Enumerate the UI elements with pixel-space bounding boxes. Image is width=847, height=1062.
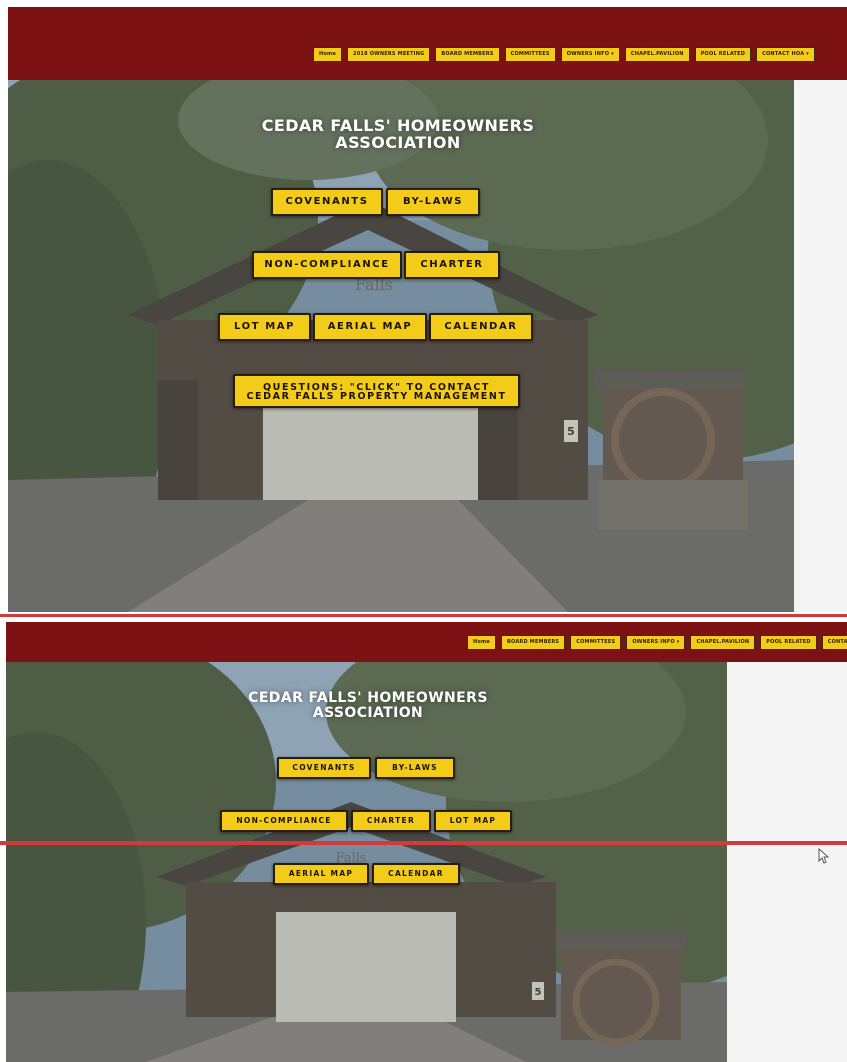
charter-button[interactable]: CHARTER — [404, 251, 500, 279]
calendar-button[interactable]: CALENDAR — [429, 313, 533, 341]
main-navigation: Home 2018 OWNERS MEETING BOARD MEMBERS C… — [313, 47, 815, 62]
covenants-button[interactable]: COVENANTS — [271, 188, 383, 216]
nav-owners-info[interactable]: OWNERS INFO ▾ — [560, 47, 620, 62]
calendar-button[interactable]: CALENDAR — [372, 863, 460, 885]
site-navbar: Home 2018 OWNERS MEETING BOARD MEMBERS C… — [8, 7, 847, 80]
main-navigation: Home BOARD MEMBERS COMMITTEES OWNERS INF… — [467, 635, 847, 650]
hero-section: 5 Falls CEDAR FALLS' HOMEOWNERS ASSOCIAT… — [8, 80, 794, 612]
aerial-map-button[interactable]: AERIAL MAP — [313, 313, 427, 341]
nav-committees[interactable]: COMMITTEES — [570, 635, 622, 650]
screenshot-top: Home 2018 OWNERS MEETING BOARD MEMBERS C… — [0, 0, 847, 612]
nav-home[interactable]: Home — [467, 635, 497, 650]
hero-section: 5 Falls CEDAR FALLS' HOMEOWNERS ASSOCIAT… — [6, 662, 727, 1062]
nav-pool-related[interactable]: POOL RELATED — [760, 635, 817, 650]
contact-property-management-button[interactable]: QUESTIONS: "CLICK" to CONTACT CEDAR FALL… — [233, 374, 520, 408]
nav-owners-info[interactable]: OWNERS INFO ▾ — [626, 635, 686, 650]
page-side-margin — [794, 80, 847, 612]
noncompliance-button[interactable]: NON-COMPLIANCE — [220, 810, 348, 832]
bylaws-button[interactable]: BY-LAWS — [375, 757, 455, 779]
nav-board-members[interactable]: BOARD MEMBERS — [435, 47, 500, 62]
charter-button[interactable]: CHARTER — [351, 810, 431, 832]
covenants-button[interactable]: COVENANTS — [277, 757, 371, 779]
contact-button-line-2: CEDAR FALLS PROPERTY MANAGEMENT — [246, 391, 507, 402]
hero-title-line-1: CEDAR FALLS' HOMEOWNERS — [248, 690, 488, 706]
hero-title-line-2: ASSOCIATION — [312, 704, 424, 721]
nav-chapel-pavilion[interactable]: CHAPEL.PAVILION — [624, 47, 690, 62]
nav-board-members[interactable]: BOARD MEMBERS — [501, 635, 566, 650]
mouse-cursor-icon — [818, 848, 830, 864]
hero-title-line-2: ASSOCIATION — [335, 132, 461, 152]
nav-committees[interactable]: COMMITTEES — [504, 47, 556, 62]
nav-owners-meeting[interactable]: 2018 OWNERS MEETING — [347, 47, 431, 62]
nav-pool-related[interactable]: POOL RELATED — [694, 47, 752, 62]
nav-contact-hoa[interactable]: CONTACT HOA ▾ — [821, 635, 847, 650]
nav-home[interactable]: Home — [313, 47, 343, 62]
hero-title: CEDAR FALLS' HOMEOWNERS ASSOCIATION — [196, 691, 540, 720]
aerial-map-button[interactable]: AERIAL MAP — [273, 863, 369, 885]
bylaws-button[interactable]: BY-LAWS — [386, 188, 480, 216]
hero-title: CEDAR FALLS' HOMEOWNERS ASSOCIATION — [198, 117, 598, 152]
lot-map-button[interactable]: LOT MAP — [434, 810, 512, 832]
lot-map-button[interactable]: LOT MAP — [218, 313, 311, 341]
nav-chapel-pavilion[interactable]: CHAPEL.PAVILION — [690, 635, 756, 650]
screenshot-separator — [0, 614, 847, 617]
covered-bridge-background-image: 5 Falls — [8, 80, 794, 612]
noncompliance-button[interactable]: NON-COMPLIANCE — [252, 251, 402, 279]
scroll-divider-line — [0, 841, 847, 845]
nav-contact-hoa[interactable]: CONTACT HOA ▾ — [756, 47, 815, 62]
covered-bridge-background-image: 5 Falls — [6, 662, 727, 1062]
site-navbar: Home BOARD MEMBERS COMMITTEES OWNERS INF… — [6, 622, 847, 662]
